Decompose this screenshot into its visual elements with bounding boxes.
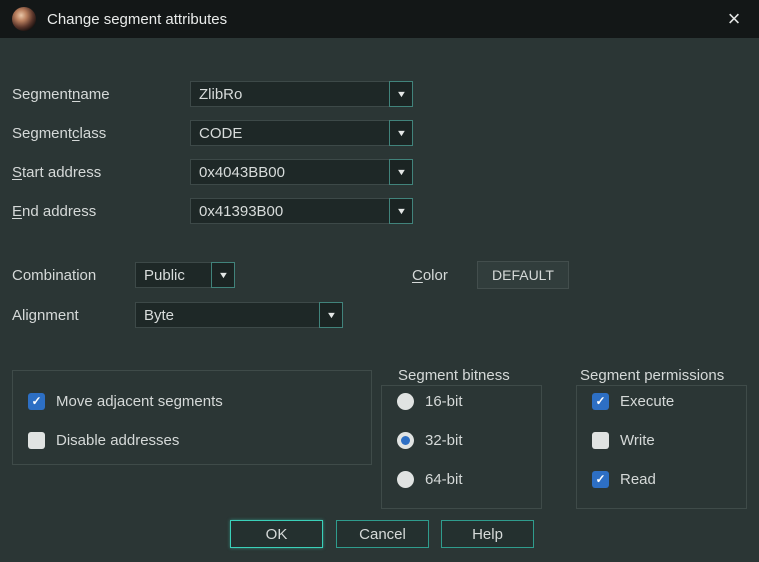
help-button[interactable]: Help [441, 520, 534, 548]
segment-name-label: Segment n ame [12, 85, 110, 103]
start-address-input[interactable]: 0x4043BB00 [190, 159, 389, 185]
checkbox-execute[interactable]: ✓ Execute [592, 392, 674, 410]
end-address-input[interactable]: 0x41393B00 [190, 198, 389, 224]
chevron-down-icon: ▼ [395, 206, 407, 216]
alignment-label: Alignment [12, 306, 79, 324]
end-address-dropdown-button[interactable]: ▼ [389, 198, 413, 224]
segment-options-groupbox [12, 370, 372, 465]
check-icon: ✓ [31, 394, 42, 408]
start-address-label: Start address [12, 163, 102, 181]
check-icon: ✓ [595, 472, 606, 486]
checkbox-indicator: ✓ [592, 431, 609, 449]
end-address-combo: 0x41393B00 ▼ [190, 198, 413, 224]
segment-name-dropdown-button[interactable]: ▼ [389, 81, 413, 107]
dialog-title: Change segment attributes [47, 10, 228, 28]
title-bar: Change segment attributes × [0, 0, 759, 38]
cancel-button[interactable]: Cancel [336, 520, 429, 548]
color-default-button[interactable]: DEFAULT [477, 261, 569, 289]
checkbox-indicator: ✓ [592, 470, 609, 488]
chevron-down-icon: ▼ [395, 128, 407, 138]
combination-combo: Public ▼ [135, 262, 235, 288]
checkbox-read[interactable]: ✓ Read [592, 470, 656, 488]
combination-dropdown-button[interactable]: ▼ [211, 262, 235, 288]
segment-name-combo: ZlibRo ▼ [190, 81, 413, 107]
segment-permissions-group-title: Segment permissions [580, 367, 725, 384]
app-logo-icon [12, 7, 36, 31]
checkbox-label: Write [620, 431, 655, 449]
alignment-input[interactable]: Byte [135, 302, 319, 328]
radio-16-bit[interactable]: 16-bit [397, 392, 463, 410]
checkbox-move-adjacent-segments[interactable]: ✓ Move adjacent segments [28, 392, 223, 410]
radio-label: 16-bit [425, 392, 463, 410]
radio-indicator [397, 392, 414, 410]
checkbox-indicator: ✓ [28, 392, 45, 410]
segment-class-label: Segment c lass [12, 124, 107, 142]
segment-class-combo: CODE ▼ [190, 120, 413, 146]
chevron-down-icon: ▼ [395, 167, 407, 177]
start-address-dropdown-button[interactable]: ▼ [389, 159, 413, 185]
checkbox-label: Move adjacent segments [56, 392, 223, 410]
combination-label: Combination [12, 266, 97, 284]
checkbox-write[interactable]: ✓ Write [592, 431, 655, 449]
radio-indicator [397, 470, 414, 488]
segment-bitness-group-title: Segment bitness [398, 367, 510, 384]
combination-input[interactable]: Public [135, 262, 211, 288]
radio-indicator [397, 431, 414, 449]
checkbox-indicator: ✓ [592, 392, 609, 410]
radio-label: 32-bit [425, 431, 463, 449]
checkbox-disable-addresses[interactable]: ✓ Disable addresses [28, 431, 179, 449]
check-icon: ✓ [595, 394, 606, 408]
alignment-dropdown-button[interactable]: ▼ [319, 302, 343, 328]
chevron-down-icon: ▼ [325, 310, 337, 320]
checkbox-indicator: ✓ [28, 431, 45, 449]
close-icon[interactable]: × [721, 8, 747, 30]
radio-label: 64-bit [425, 470, 463, 488]
segment-name-input[interactable]: ZlibRo [190, 81, 389, 107]
segment-class-dropdown-button[interactable]: ▼ [389, 120, 413, 146]
ok-button[interactable]: OK [230, 520, 323, 548]
checkbox-label: Read [620, 470, 656, 488]
chevron-down-icon: ▼ [217, 270, 229, 280]
checkbox-label: Execute [620, 392, 675, 410]
color-label: Color [412, 266, 448, 284]
radio-64-bit[interactable]: 64-bit [397, 470, 463, 488]
end-address-label: End address [12, 202, 97, 220]
checkbox-label: Disable addresses [56, 431, 180, 449]
start-address-combo: 0x4043BB00 ▼ [190, 159, 413, 185]
alignment-combo: Byte ▼ [135, 302, 343, 328]
segment-class-input[interactable]: CODE [190, 120, 389, 146]
radio-32-bit[interactable]: 32-bit [397, 431, 463, 449]
change-segment-attributes-dialog: Change segment attributes × Segment n ame… [0, 0, 759, 562]
chevron-down-icon: ▼ [395, 89, 407, 99]
